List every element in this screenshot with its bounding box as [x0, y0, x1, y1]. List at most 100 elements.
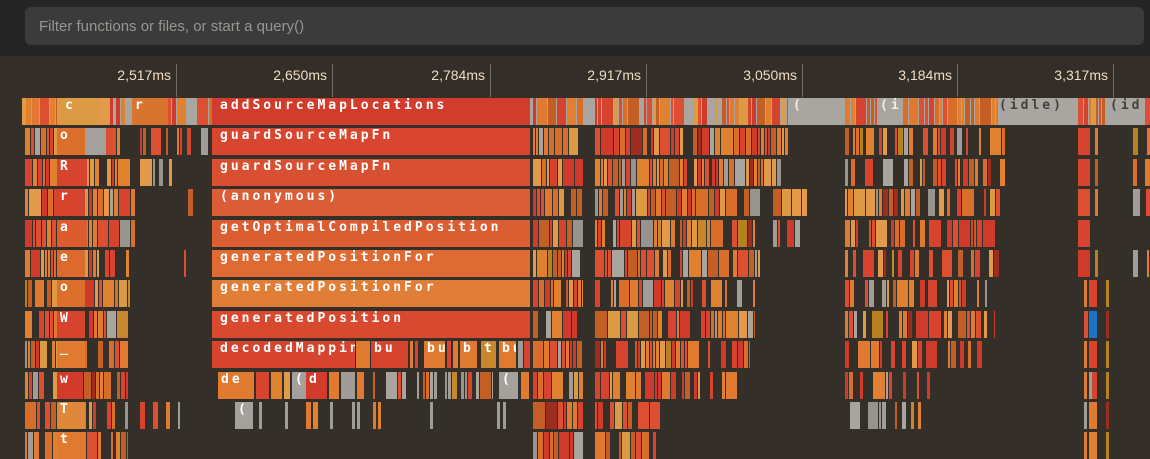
flame-sample-bar[interactable] [721, 128, 733, 155]
flame-sample-bar[interactable] [644, 98, 646, 125]
flame-sample-bar[interactable] [873, 372, 885, 399]
flame-sample-bar[interactable] [100, 372, 103, 399]
flame-sample-bar[interactable] [958, 159, 960, 186]
flame-sample-bar[interactable] [720, 189, 725, 216]
flame-sample-bar[interactable] [89, 250, 92, 277]
flame-sample-bar[interactable] [923, 159, 925, 186]
flame-sample-bar[interactable] [942, 159, 946, 186]
flame-sample-bar[interactable] [125, 402, 128, 429]
flame-sample-bar[interactable] [891, 220, 894, 247]
flame-sample-bar[interactable] [947, 189, 950, 216]
flame-sample-bar[interactable] [990, 189, 995, 216]
flame-sample-bar[interactable] [533, 98, 536, 125]
flame-sample-bar[interactable] [624, 189, 626, 216]
flame-sample-bar[interactable] [957, 128, 962, 155]
flame-sample-bar[interactable] [552, 372, 563, 399]
flame-sample-bar[interactable] [598, 98, 601, 125]
flame-sample-bar[interactable] [653, 311, 657, 338]
flame-sample-bar[interactable] [39, 372, 44, 399]
flame-sample-bar[interactable] [492, 372, 493, 399]
flame-sample-bar[interactable] [616, 341, 628, 368]
flame-sample-bar[interactable] [971, 311, 975, 338]
flame-sample-bar[interactable] [623, 98, 627, 125]
flame-sample-bar[interactable] [1146, 189, 1150, 216]
flame-sample-bar[interactable] [121, 98, 125, 125]
flame-sample-bar[interactable] [105, 250, 109, 277]
flame-sample-bar[interactable] [177, 98, 186, 125]
flame-sample-bar[interactable] [962, 98, 964, 125]
flame-sample-bar[interactable] [918, 341, 922, 368]
flame-sample-bar[interactable] [610, 402, 614, 429]
flame-sample-bar[interactable] [892, 250, 894, 277]
flame-sample-bar[interactable] [553, 189, 558, 216]
flame-sample-bar[interactable] [1089, 98, 1091, 125]
flame-sample-bar[interactable] [1133, 159, 1137, 186]
flame-sample-bar[interactable] [694, 372, 697, 399]
flame-sample-bar[interactable] [641, 250, 646, 277]
flame-frame[interactable] [415, 341, 418, 368]
flame-sample-bar[interactable] [559, 432, 569, 459]
flame-sample-bar[interactable] [702, 280, 706, 307]
flame-sample-bar[interactable] [947, 220, 952, 247]
flame-sample-bar[interactable] [601, 341, 603, 368]
flame-sample-bar[interactable] [711, 311, 714, 338]
flame-sample-bar[interactable] [954, 280, 958, 307]
flame-sample-bar[interactable] [1092, 98, 1095, 125]
flame-sample-bar[interactable] [910, 250, 914, 277]
flame-sample-bar[interactable] [693, 128, 697, 155]
flame-sample-bar[interactable] [966, 128, 968, 155]
flame-sample-bar[interactable] [893, 280, 896, 307]
flame-sample-bar[interactable] [953, 220, 958, 247]
flame-frame[interactable] [378, 402, 381, 429]
flame-sample-bar[interactable] [665, 280, 674, 307]
flame-sample-bar[interactable] [886, 372, 888, 399]
flame-sample-bar[interactable] [45, 402, 50, 429]
flame-sample-bar[interactable] [1147, 250, 1149, 277]
flame-sample-bar[interactable] [863, 311, 866, 338]
flame-sample-bar[interactable] [850, 280, 854, 307]
flame-sample-bar[interactable] [604, 159, 607, 186]
flame-sample-bar[interactable] [979, 128, 981, 155]
flame-frame[interactable] [503, 402, 506, 429]
flame-sample-bar[interactable] [960, 341, 964, 368]
flame-sample-bar[interactable] [650, 159, 652, 186]
flame-sample-bar[interactable] [724, 159, 728, 186]
flame-frame[interactable] [1084, 311, 1088, 338]
flame-frame[interactable] [1089, 402, 1097, 429]
flame-sample-bar[interactable] [33, 372, 38, 399]
flame-sample-bar[interactable] [882, 402, 886, 429]
flame-sample-bar[interactable] [845, 159, 848, 186]
flame-sample-bar[interactable] [166, 128, 168, 155]
flame-sample-bar[interactable] [658, 220, 661, 247]
flame-sample-bar[interactable] [96, 372, 99, 399]
flame-sample-bar[interactable] [25, 250, 30, 277]
flame-sample-bar[interactable] [533, 189, 536, 216]
flame-sample-bar[interactable] [631, 432, 635, 459]
flame-sample-bar[interactable] [795, 220, 800, 247]
flame-sample-bar[interactable] [883, 159, 893, 186]
flame-sample-bar[interactable] [25, 159, 32, 186]
flame-sample-bar[interactable] [36, 220, 41, 247]
flame-sample-bar[interactable] [990, 128, 1001, 155]
flame-sample-bar[interactable] [875, 98, 877, 125]
flame-frame-r[interactable]: R [57, 159, 87, 186]
flame-sample-bar[interactable] [631, 159, 636, 186]
flame-sample-bar[interactable] [722, 372, 725, 399]
flame-sample-bar[interactable] [653, 98, 655, 125]
flame-sample-bar[interactable] [613, 159, 618, 186]
flame-sample-bar[interactable] [913, 220, 915, 247]
flame-sample-bar[interactable] [849, 311, 853, 338]
flame-sample-bar[interactable] [51, 402, 56, 429]
flame-sample-bar[interactable] [680, 250, 682, 277]
flame-sample-bar[interactable] [554, 432, 558, 459]
flame-frame[interactable] [1084, 341, 1087, 368]
flame-sample-bar[interactable] [28, 341, 30, 368]
flame-sample-bar[interactable] [676, 341, 680, 368]
flame-sample-bar[interactable] [1102, 98, 1105, 125]
flame-sample-bar[interactable] [929, 250, 933, 277]
flame-sample-bar[interactable] [558, 159, 562, 186]
flame-sample-bar[interactable] [901, 189, 904, 216]
flame-sample-bar[interactable] [920, 220, 925, 247]
flame-sample-bar[interactable] [863, 250, 874, 277]
flame-sample-bar[interactable] [553, 250, 557, 277]
